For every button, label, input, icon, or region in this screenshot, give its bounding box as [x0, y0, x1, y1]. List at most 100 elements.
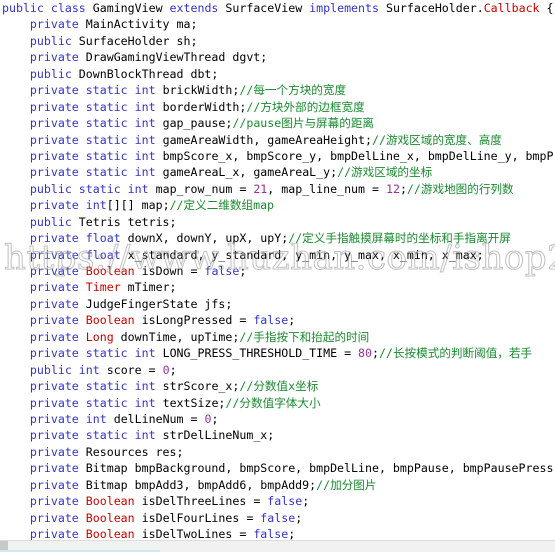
code-line: private static int textSize;//分数值字体大小 [0, 395, 555, 411]
code-token-kw: public [29, 214, 72, 229]
code-token-plain: mTimer; [120, 280, 177, 295]
code-viewer: public class GamingView extends SurfaceV… [0, 0, 555, 552]
code-token-comment: //游戏区域的坐标 [337, 165, 433, 180]
code-token-num: 0 [162, 362, 170, 377]
code-text-area[interactable]: public class GamingView extends SurfaceV… [0, 0, 555, 540]
code-token-plain: isDelThreeLines = [134, 494, 268, 509]
horizontal-scrollbar[interactable] [0, 540, 555, 552]
code-token-plain: ; [211, 411, 219, 426]
code-token-kw: public [2, 1, 44, 15]
code-token-type: Boolean [85, 510, 135, 525]
code-token-plain: SurfaceView [218, 1, 310, 15]
code-line: public static int map_row_num = 21, map_… [0, 181, 555, 197]
code-token-kw: implements [309, 1, 379, 15]
code-token-kw: private [29, 83, 79, 98]
code-token-kw: private [29, 494, 79, 509]
code-token-kw: private [29, 99, 79, 114]
code-token-kw: class [50, 1, 86, 15]
code-token-kw: static [85, 428, 128, 443]
code-line: private int[][] map;//定义二维数组map [0, 197, 555, 213]
code-line: public SurfaceHolder sh; [0, 33, 555, 49]
code-token-plain: JudgeFingerState jfs; [78, 296, 233, 311]
code-line: public Tetris tetris; [0, 214, 555, 230]
code-token-plain: textSize; [155, 395, 226, 410]
code-token-kw: static [85, 83, 128, 98]
code-token-num: 80 [358, 346, 372, 361]
code-token-kw: private [29, 346, 79, 361]
code-token-comment: //pause图片与屏幕的距离 [232, 116, 375, 131]
code-token-kw: int [134, 395, 156, 410]
code-token-kw: static [85, 132, 128, 147]
code-token-plain: SurfaceHolder. [378, 1, 484, 15]
code-token-plain: ; [372, 346, 379, 361]
code-token-kw: int [134, 379, 156, 394]
code-line: private DrawGamingViewThread dgvt; [0, 49, 555, 65]
code-line: public int score = 0; [0, 362, 555, 378]
code-token-plain: [][] map; [106, 198, 170, 213]
code-token-plain: LONG_PRESS_THRESHOLD_TIME = [155, 346, 359, 361]
code-line: private Resources res; [0, 444, 555, 460]
code-token-kw: int [134, 83, 156, 98]
code-token-plain: ; [399, 181, 407, 196]
code-token-plain: ; [288, 313, 296, 328]
code-token-plain: gap_pause; [155, 116, 233, 131]
code-token-kw: false [253, 527, 289, 540]
code-token-comment: //分数值字体大小 [225, 395, 321, 410]
code-token-kw: int [134, 346, 156, 361]
code-line: private static int bmpScore_x, bmpScore_… [0, 148, 555, 164]
code-token-plain: GamingView [85, 1, 170, 15]
code-token-plain: SurfaceHolder sh; [71, 33, 198, 48]
code-token-kw: false [260, 510, 296, 525]
code-token-kw: int [78, 362, 100, 377]
code-token-kw: private [29, 313, 79, 328]
code-token-plain: downTime, upTime; [113, 329, 240, 344]
code-token-plain: downX, downY, upX, upY; [120, 231, 289, 246]
code-token-plain: ; [288, 527, 296, 540]
code-token-kw: static [85, 165, 128, 180]
code-token-kw: private [29, 165, 79, 180]
code-token-kw: private [29, 132, 79, 147]
code-token-kw: static [85, 346, 128, 361]
code-token-plain: gameAreaL_x, gameAreaL_y; [155, 165, 338, 180]
code-token-kw: private [29, 477, 79, 492]
code-token-plain: ; [295, 510, 303, 525]
code-token-plain: MainActivity ma; [78, 17, 198, 32]
code-token-type: Boolean [85, 313, 135, 328]
code-token-kw: int [134, 148, 156, 163]
code-token-plain: DrawGamingViewThread dgvt; [78, 50, 268, 65]
code-token-plain: Resources res; [78, 444, 184, 459]
code-line: private Boolean isDelTwoLines = false; [0, 526, 555, 540]
code-line: private Timer mTimer; [0, 279, 555, 295]
code-token-kw: private [29, 247, 79, 262]
